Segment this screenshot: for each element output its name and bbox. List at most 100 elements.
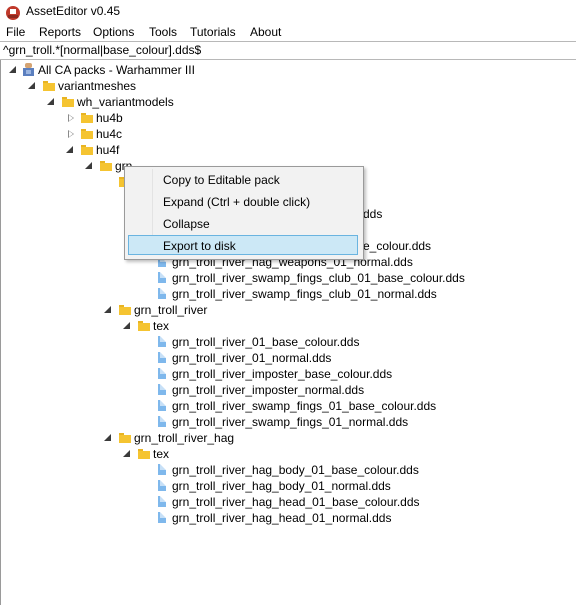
tree-node-hu4b[interactable]: hu4b	[1, 110, 301, 126]
folder-icon	[81, 129, 93, 139]
file-icon	[158, 480, 166, 491]
tree-node-hidden-file[interactable]: e_colour.dds	[363, 238, 443, 254]
context-menu-label: Expand (Ctrl + double click)	[163, 195, 311, 209]
tree-label: variantmeshes	[58, 79, 137, 93]
tree-node-tex[interactable]: tex	[1, 446, 301, 462]
file-icon	[158, 496, 166, 507]
tree-label: grn_troll_river_01_normal.dds	[172, 351, 332, 365]
menu-options[interactable]: Options	[90, 25, 137, 39]
tree-node-variantmeshes[interactable]: variantmeshes	[1, 78, 301, 94]
tree-node-hu4c[interactable]: hu4c	[1, 126, 301, 142]
tree-node-tex[interactable]: tex	[1, 318, 301, 334]
tree-label: grn_troll_river_swamp_fings_club_01_norm…	[172, 287, 437, 301]
collapse-arrow-icon[interactable]	[47, 98, 54, 105]
tree-label: grn_troll_river_swamp_fings_01_normal.dd…	[172, 415, 409, 429]
menu-tutorials[interactable]: Tutorials	[187, 25, 239, 39]
folder-icon	[100, 161, 112, 171]
file-icon	[158, 464, 166, 475]
menu-file[interactable]: File	[3, 25, 28, 39]
collapse-arrow-icon[interactable]	[123, 450, 130, 457]
tree-node-grn-troll-river-hag[interactable]: grn_troll_river_hag	[1, 430, 301, 446]
tree-label: hu4f	[96, 143, 120, 157]
folder-icon	[62, 97, 74, 107]
expand-arrow-icon[interactable]	[68, 130, 74, 138]
file-icon	[158, 272, 166, 283]
context-menu-export-to-disk[interactable]: Export to disk	[128, 235, 358, 255]
tree-label: grn_troll_river_hag_body_01_base_colour.…	[172, 463, 419, 477]
tree-node-file[interactable]: grn_troll_river_hag_head_01_base_colour.…	[1, 494, 481, 510]
tree-node-wh-variantmodels[interactable]: wh_variantmodels	[1, 94, 301, 110]
context-menu: Copy to Editable pack Expand (Ctrl + dou…	[124, 166, 364, 260]
collapse-arrow-icon[interactable]	[66, 146, 73, 153]
tree-label: grn_troll_river_01_base_colour.dds	[172, 335, 360, 349]
tree-label: grn_troll_river_hag	[134, 431, 235, 445]
tree-node-hidden-file[interactable]: dds	[363, 206, 423, 222]
tree-node-grn[interactable]: grn	[1, 158, 141, 174]
tree-label: e_colour.dds	[363, 239, 432, 253]
context-menu-expand[interactable]: Expand (Ctrl + double click)	[128, 192, 358, 212]
menu-reports[interactable]: Reports	[36, 25, 84, 39]
tree-label: grn_troll_river	[134, 303, 208, 317]
tree-node-file[interactable]: grn_troll_river_hag_body_01_base_colour.…	[1, 462, 481, 478]
tree-label: hu4b	[96, 111, 123, 125]
tree-node-file[interactable]: grn_troll_river_swamp_fings_01_normal.dd…	[1, 414, 481, 430]
file-icon	[158, 336, 166, 347]
tree-label: grn_troll_river_swamp_fings_club_01_base…	[172, 271, 465, 285]
folder-icon	[138, 449, 150, 459]
folder-icon	[81, 145, 93, 155]
tree-label: All CA packs - Warhammer III	[38, 63, 195, 77]
tree-label: grn_troll_river_hag_head_01_base_colour.…	[172, 495, 420, 509]
collapse-arrow-icon[interactable]	[9, 66, 16, 73]
context-menu-label: Export to disk	[163, 239, 236, 253]
tree-node-root[interactable]: All CA packs - Warhammer III	[1, 62, 301, 78]
collapse-arrow-icon[interactable]	[123, 322, 130, 329]
pack-icon	[23, 63, 34, 76]
tree-node-hidden-folder[interactable]	[1, 174, 131, 190]
tree-node-file[interactable]: grn_troll_river_swamp_fings_club_01_norm…	[1, 286, 481, 302]
context-menu-collapse[interactable]: Collapse	[128, 214, 358, 234]
folder-icon	[81, 113, 93, 123]
menu-tools[interactable]: Tools	[146, 25, 180, 39]
tree-node-hu4f[interactable]: hu4f	[1, 142, 301, 158]
collapse-arrow-icon[interactable]	[104, 434, 111, 441]
tree-node-file[interactable]: grn_troll_river_imposter_normal.dds	[1, 382, 481, 398]
file-icon	[158, 288, 166, 299]
tree-label: grn_troll_river_imposter_base_colour.dds	[172, 367, 393, 381]
file-icon	[158, 368, 166, 379]
filter-input[interactable]	[1, 42, 575, 58]
tree-label: grn_troll_river_hag_body_01_normal.dds	[172, 479, 391, 493]
collapse-arrow-icon[interactable]	[85, 162, 92, 169]
file-icon	[158, 400, 166, 411]
file-icon	[158, 416, 166, 427]
tree-label: wh_variantmodels	[77, 95, 174, 109]
tree-node-file[interactable]: grn_troll_river_hag_head_01_normal.dds	[1, 510, 481, 526]
tree-node-file[interactable]: grn_troll_river_01_normal.dds	[1, 350, 481, 366]
tree-label: grn_troll_river_imposter_normal.dds	[172, 383, 365, 397]
tree-label: hu4c	[96, 127, 123, 141]
tree-label: tex	[153, 319, 170, 333]
menu-bar: File Reports Options Tools Tutorials Abo…	[0, 24, 577, 42]
tree-label: grn_troll_river_hag_head_01_normal.dds	[172, 511, 392, 525]
folder-icon	[138, 321, 150, 331]
window-title: AssetEditor v0.45	[26, 4, 121, 18]
pack-file-tree[interactable]: All CA packs - Warhammer III variantmesh…	[0, 60, 577, 605]
file-icon	[158, 512, 166, 523]
expand-arrow-icon[interactable]	[68, 114, 74, 122]
context-menu-copy-to-editable-pack[interactable]: Copy to Editable pack	[128, 170, 358, 190]
tree-node-grn-troll-river[interactable]: grn_troll_river	[1, 302, 301, 318]
tree-node-file[interactable]: grn_troll_river_imposter_base_colour.dds	[1, 366, 481, 382]
tree-node-file[interactable]: grn_troll_river_swamp_fings_club_01_base…	[1, 270, 481, 286]
filter-bar	[0, 41, 576, 60]
tree-node-file[interactable]: grn_troll_river_hag_body_01_normal.dds	[1, 478, 481, 494]
context-menu-label: Copy to Editable pack	[163, 173, 280, 187]
tree-node-file[interactable]: grn_troll_river_swamp_fings_01_base_colo…	[1, 398, 481, 414]
menu-about[interactable]: About	[247, 25, 284, 39]
collapse-arrow-icon[interactable]	[104, 306, 111, 313]
tree-label: dds	[363, 207, 383, 221]
app-icon	[6, 6, 20, 20]
folder-icon	[119, 305, 131, 315]
collapse-arrow-icon[interactable]	[28, 82, 35, 89]
folder-icon	[119, 433, 131, 443]
title-bar: AssetEditor v0.45	[0, 0, 577, 24]
tree-node-file[interactable]: grn_troll_river_01_base_colour.dds	[1, 334, 481, 350]
